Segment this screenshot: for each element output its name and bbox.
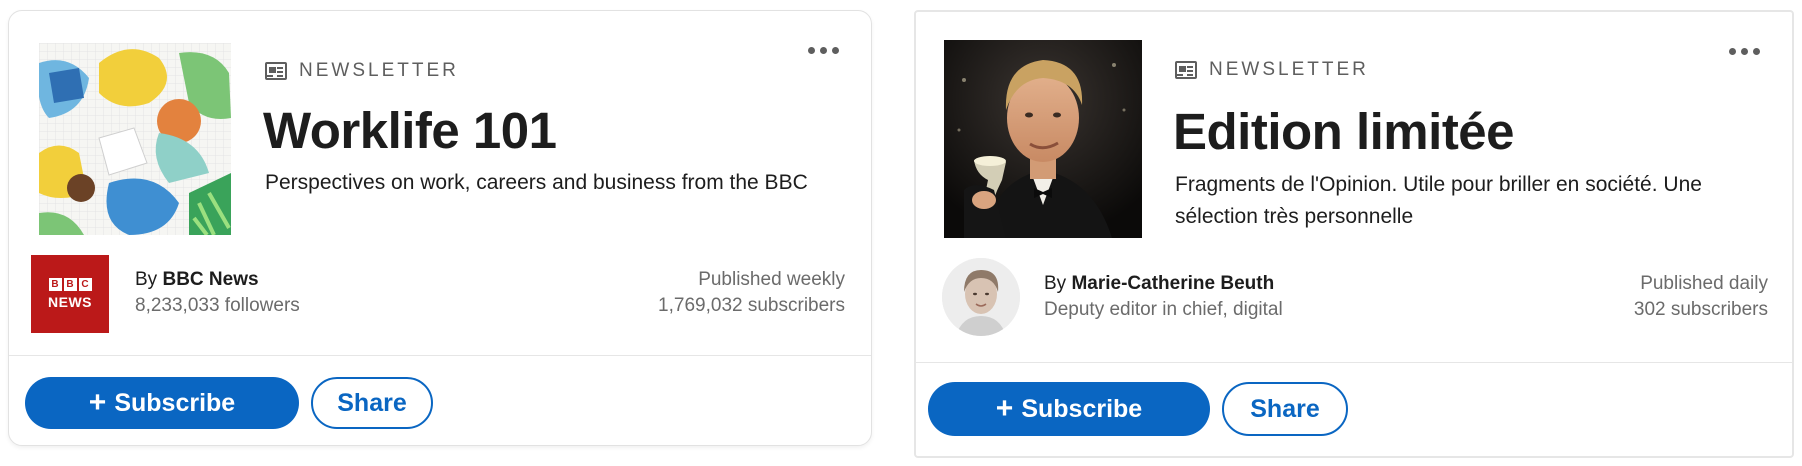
newsletter-cover-image[interactable] — [944, 40, 1142, 238]
newsletter-title[interactable]: Edition limitée — [1173, 102, 1515, 161]
plus-icon: + — [88, 386, 107, 419]
subscriber-count: 1,769,032 subscribers — [658, 295, 845, 316]
logo-letter: B — [48, 278, 62, 291]
newsletter-kicker: NEWSLETTER — [1175, 59, 1369, 81]
newsletter-title[interactable]: Worklife 101 — [263, 101, 557, 160]
kicker-label: NEWSLETTER — [1209, 59, 1369, 80]
divider — [916, 362, 1792, 363]
publication-meta: Published daily 302 subscribers — [1634, 271, 1768, 323]
newsletter-kicker: NEWSLETTER — [265, 60, 459, 82]
publish-frequency: Published daily — [1640, 273, 1768, 294]
author-prefix: By — [1044, 273, 1067, 294]
author-info: By Marie-Catherine Beuth Deputy editor i… — [1044, 271, 1283, 323]
newsletter-cover-image[interactable] — [39, 43, 231, 235]
subscribe-label: Subscribe — [1021, 394, 1143, 423]
newsletter-icon — [265, 62, 287, 80]
newsletter-icon — [1175, 61, 1197, 79]
author-logo[interactable]: B B C NEWS — [31, 255, 109, 333]
logo-letter: B — [63, 278, 77, 291]
newsletter-description: Fragments de l'Opinion. Utile pour brill… — [1175, 173, 1702, 228]
author-info: By BBC News 8,233,033 followers — [135, 267, 300, 319]
more-options-icon[interactable] — [804, 43, 843, 58]
newsletter-card-edition-limitee: NEWSLETTER Edition limitée Fragments de … — [914, 10, 1794, 458]
share-button[interactable]: Share — [311, 377, 433, 429]
more-options-icon[interactable] — [1725, 44, 1764, 59]
subscribe-label: Subscribe — [114, 388, 236, 417]
newsletter-card-worklife: NEWSLETTER Worklife 101 Perspectives on … — [8, 10, 872, 446]
share-label: Share — [337, 388, 407, 417]
author-avatar[interactable] — [942, 258, 1020, 336]
author-name[interactable]: BBC News — [162, 269, 258, 290]
subscribe-button[interactable]: + Subscribe — [928, 382, 1210, 436]
publication-meta: Published weekly 1,769,032 subscribers — [658, 267, 845, 319]
subscriber-count: 302 subscribers — [1633, 299, 1768, 320]
author-followers: 8,233,033 followers — [135, 295, 300, 316]
newsletter-description: Perspectives on work, careers and busine… — [265, 171, 808, 194]
author-headline: Deputy editor in chief, digital — [1044, 299, 1283, 320]
author-name[interactable]: Marie-Catherine Beuth — [1071, 273, 1274, 294]
logo-word: NEWS — [48, 294, 92, 310]
share-button[interactable]: Share — [1222, 382, 1348, 436]
subscribe-button[interactable]: + Subscribe — [25, 377, 299, 429]
logo-letter: C — [78, 278, 92, 291]
share-label: Share — [1250, 394, 1320, 423]
plus-icon: + — [995, 392, 1014, 425]
kicker-label: NEWSLETTER — [299, 60, 459, 81]
publish-frequency: Published weekly — [698, 269, 845, 290]
divider — [9, 355, 871, 356]
author-prefix: By — [135, 269, 158, 290]
